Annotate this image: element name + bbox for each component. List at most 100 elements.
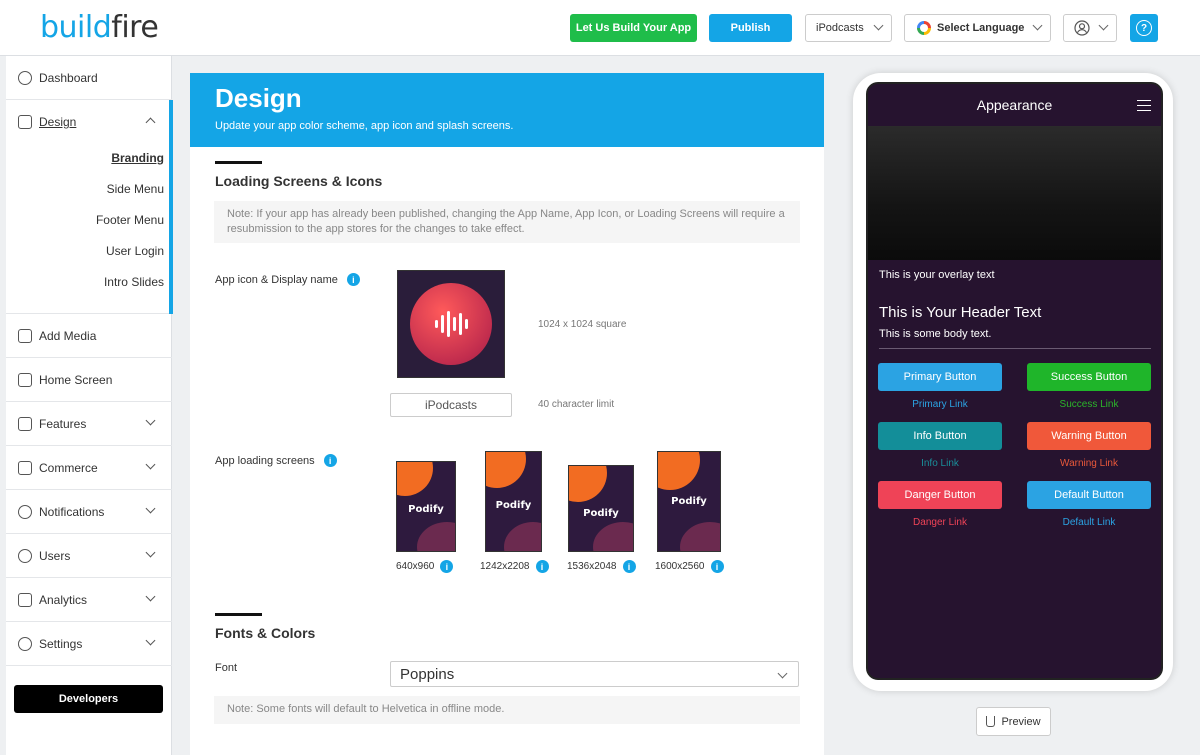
- phone-hero-image: [868, 126, 1161, 260]
- default-link[interactable]: Default Link: [1027, 517, 1151, 528]
- chevron-down-icon: [1032, 20, 1043, 31]
- danger-link[interactable]: Danger Link: [878, 517, 1002, 528]
- gear-icon: [18, 636, 32, 651]
- info-link[interactable]: Info Link: [878, 458, 1002, 469]
- sidebar-item-label: Add Media: [39, 328, 97, 343]
- loading-screen-thumb[interactable]: Podify: [485, 451, 542, 552]
- sidebar-subitem-branding[interactable]: Branding: [111, 151, 164, 165]
- info-icon[interactable]: i: [535, 560, 549, 573]
- chevron-down-icon: [145, 503, 156, 514]
- default-button[interactable]: Default Button: [1027, 481, 1151, 509]
- publish-button[interactable]: Publish: [709, 14, 792, 42]
- loading-screen-thumb[interactable]: Podify: [657, 451, 721, 552]
- info-icon[interactable]: i: [622, 560, 636, 573]
- phone-title-bar: Appearance: [868, 84, 1161, 126]
- page-header: Design Update your app color scheme, app…: [190, 73, 824, 147]
- flask-icon: [986, 716, 996, 727]
- buildfire-logo[interactable]: buildfire: [40, 10, 159, 45]
- chevron-down-icon: [145, 459, 156, 470]
- chevron-down-icon: [777, 668, 788, 679]
- sidebar-item-dashboard[interactable]: Dashboard: [6, 56, 172, 100]
- info-icon[interactable]: i: [440, 560, 454, 573]
- warning-button[interactable]: Warning Button: [1027, 422, 1151, 450]
- loading-screen-thumb[interactable]: Podify: [396, 461, 456, 552]
- font-select[interactable]: Poppins: [390, 661, 799, 687]
- screen-app-name: Podify: [408, 504, 444, 515]
- font-select-value: Poppins: [400, 665, 455, 683]
- sidebar-item-settings[interactable]: Settings: [6, 622, 172, 666]
- danger-button[interactable]: Danger Button: [878, 481, 1002, 509]
- chevron-up-icon: [145, 117, 156, 128]
- dashboard-icon: [18, 70, 32, 85]
- app-select-dropdown[interactable]: iPodcasts: [805, 14, 892, 42]
- sidebar-subitem-footer-menu[interactable]: Footer Menu: [96, 213, 164, 227]
- section-divider: [215, 613, 262, 616]
- sidebar-subitem-user-login[interactable]: User Login: [106, 244, 164, 258]
- help-button[interactable]: ?: [1130, 14, 1158, 42]
- phone-body-text: This is some body text.: [879, 328, 992, 340]
- top-bar: buildfire Let Us Build Your App Publish …: [0, 0, 1200, 56]
- user-icon: [18, 548, 32, 563]
- screen-size-text: 1536x2048: [567, 561, 617, 572]
- sidebar-item-features[interactable]: Features: [6, 402, 172, 446]
- display-name-input[interactable]: iPodcasts: [390, 393, 512, 417]
- app-select-label: iPodcasts: [816, 22, 864, 34]
- phone-preview: Appearance This is your overlay text Thi…: [866, 82, 1163, 680]
- preview-button[interactable]: Preview: [976, 707, 1051, 736]
- screen-size-label: 1242x2208 i: [480, 560, 549, 573]
- section-divider: [215, 161, 262, 164]
- app-icon-image[interactable]: [397, 270, 505, 378]
- image-icon: [18, 328, 32, 343]
- resubmission-note: Note: If your app has already been publi…: [214, 201, 800, 243]
- sidebar-item-commerce[interactable]: Commerce: [6, 446, 172, 490]
- chevron-down-icon: [1098, 20, 1109, 31]
- sidebar-item-label: Home Screen: [39, 372, 113, 387]
- loading-screen-thumb[interactable]: Podify: [568, 465, 634, 552]
- sidebar-item-home-screen[interactable]: Home Screen: [6, 358, 172, 402]
- sidebar-item-add-media[interactable]: Add Media: [6, 314, 172, 358]
- logo-text-build: build: [40, 10, 112, 45]
- primary-link[interactable]: Primary Link: [878, 399, 1002, 410]
- let-us-build-button[interactable]: Let Us Build Your App: [570, 14, 697, 42]
- soundwave-icon: [434, 311, 468, 337]
- info-icon[interactable]: i: [710, 560, 724, 573]
- sidebar-subitem-intro-slides[interactable]: Intro Slides: [104, 275, 164, 289]
- success-button[interactable]: Success Button: [1027, 363, 1151, 391]
- screen-app-name: Podify: [495, 500, 532, 511]
- sidebar: Dashboard Design Branding Side Menu Foot…: [6, 56, 173, 755]
- warning-link[interactable]: Warning Link: [1027, 458, 1151, 469]
- chevron-down-icon: [145, 635, 156, 646]
- info-button[interactable]: Info Button: [878, 422, 1002, 450]
- sidebar-item-users[interactable]: Users: [6, 534, 172, 578]
- info-icon[interactable]: i: [346, 273, 360, 286]
- sidebar-item-label: Commerce: [39, 460, 98, 475]
- screen-size-text: 1242x2208: [480, 561, 530, 572]
- screen-app-name: Podify: [671, 496, 707, 507]
- font-offline-note: Note: Some fonts will default to Helveti…: [214, 696, 800, 724]
- loading-screens-label-text: App loading screens: [215, 454, 315, 467]
- phone-header-text: This is Your Header Text: [879, 304, 1042, 321]
- developers-button[interactable]: Developers: [14, 685, 163, 713]
- home-icon: [18, 372, 32, 387]
- chevron-down-icon: [873, 20, 884, 31]
- font-label: Font: [215, 662, 238, 674]
- preview-label: Preview: [1001, 715, 1041, 728]
- success-link[interactable]: Success Link: [1027, 399, 1151, 410]
- sidebar-item-analytics[interactable]: Analytics: [6, 578, 172, 622]
- logo-text-fire: fire: [111, 10, 159, 45]
- language-select-dropdown[interactable]: Select Language: [904, 14, 1051, 42]
- section-title-fonts: Fonts & Colors: [215, 625, 316, 641]
- name-limit-hint: 40 character limit: [538, 399, 615, 410]
- user-menu-dropdown[interactable]: [1063, 14, 1117, 42]
- google-icon: [917, 21, 931, 35]
- hamburger-menu-icon[interactable]: [1137, 100, 1151, 111]
- info-icon[interactable]: i: [323, 454, 337, 467]
- sidebar-subitem-side-menu[interactable]: Side Menu: [107, 182, 164, 196]
- language-select-label: Select Language: [937, 22, 1025, 34]
- sidebar-item-design[interactable]: Design: [6, 100, 172, 144]
- app-icon-disc: [410, 283, 492, 365]
- loading-screens-label: App loading screens i: [215, 454, 337, 467]
- sidebar-item-label: Notifications: [39, 504, 105, 519]
- sidebar-item-notifications[interactable]: Notifications: [6, 490, 172, 534]
- primary-button[interactable]: Primary Button: [878, 363, 1002, 391]
